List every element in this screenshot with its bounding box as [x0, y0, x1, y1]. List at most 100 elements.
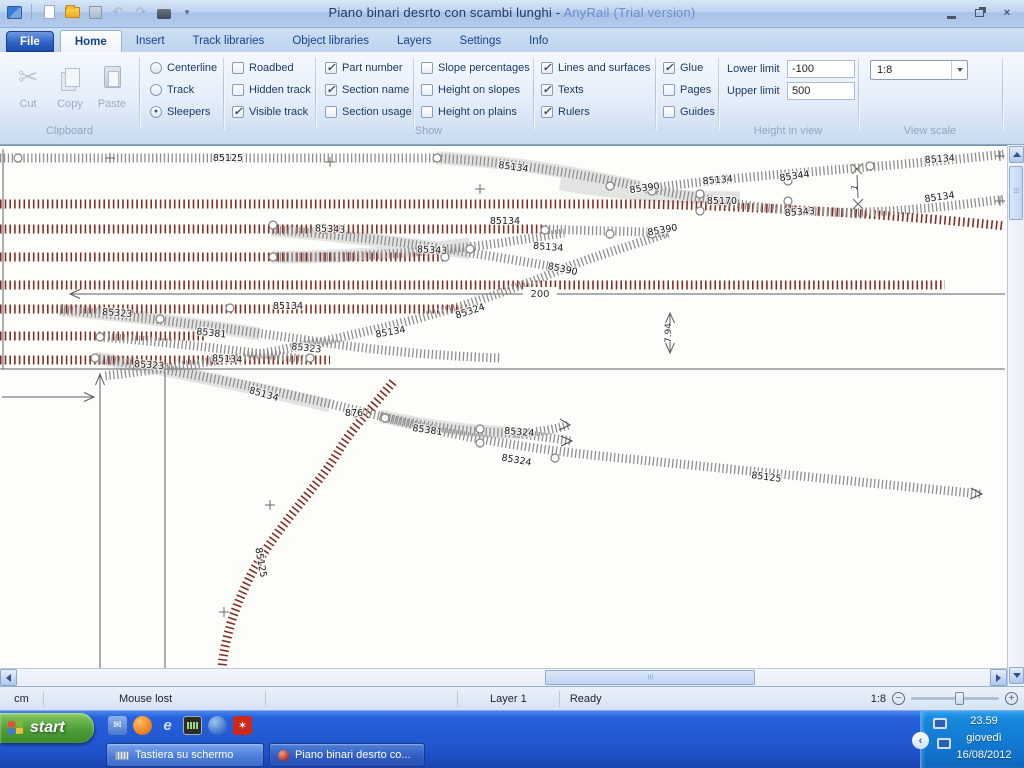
scroll-left-icon[interactable]	[0, 669, 17, 686]
column-divider	[533, 58, 534, 130]
part-number-label: 85324	[501, 452, 533, 468]
windows-flag-icon	[8, 720, 24, 735]
network-monitor-icon[interactable]	[933, 718, 947, 729]
lower-limit-input[interactable]	[787, 60, 855, 78]
column-divider	[315, 58, 316, 130]
checkbox-part-number[interactable]: ✓Part number	[325, 60, 403, 75]
status-unit: cm	[0, 691, 44, 707]
zoom-in-icon[interactable]: +	[1005, 692, 1018, 705]
scroll-down-icon[interactable]	[1009, 667, 1024, 684]
tab-file[interactable]: File	[6, 31, 54, 52]
start-button[interactable]: start	[0, 713, 94, 743]
horizontal-scroll-thumb[interactable]	[545, 670, 755, 685]
checkbox-hidden-track[interactable]: Hidden track	[232, 82, 311, 97]
part-number-label: 85343	[784, 206, 815, 219]
track-plan-canvas[interactable]: 8512585134853908513485344851348517085343…	[0, 145, 1007, 668]
tab-info[interactable]: Info	[515, 30, 562, 52]
radio-track[interactable]: Track	[150, 82, 194, 97]
clock-date: 16/08/2012	[948, 749, 1020, 761]
anyrail-task-icon	[278, 750, 289, 761]
upper-limit-input[interactable]	[787, 82, 855, 100]
clock-time: 23.59	[948, 715, 1020, 727]
zoom-slider-thumb[interactable]	[955, 692, 964, 705]
part-number-label: 85125	[213, 153, 243, 164]
status-layer: Layer 1	[458, 691, 560, 707]
view-scale-dropdown[interactable]: 1:8	[870, 60, 968, 80]
group-clipboard: ✂ Cut Copy Paste Clipboard	[0, 52, 139, 140]
part-number-label: 85134	[273, 301, 303, 312]
part-number-label: 85344	[779, 169, 810, 184]
lower-limit-label: Lower limit	[727, 63, 787, 75]
tab-settings[interactable]: Settings	[446, 30, 516, 52]
zoom-slider[interactable]	[911, 697, 999, 700]
checkbox-guides[interactable]: Guides	[663, 104, 715, 119]
ruler-200-label: 200	[530, 289, 549, 300]
tab-home[interactable]: Home	[60, 30, 122, 52]
zoom-level: 1:8	[871, 693, 886, 705]
tab-track-libraries[interactable]: Track libraries	[179, 30, 279, 52]
paste-button[interactable]: Paste	[91, 60, 133, 110]
part-number-label: 85343	[315, 223, 346, 236]
taskbar-button-anyrail[interactable]: Piano binari desrto co...	[269, 743, 425, 767]
checkbox-height-on-slopes[interactable]: Height on slopes	[421, 82, 520, 97]
horizontal-scrollbar[interactable]	[0, 668, 1007, 686]
onscreen-keyboard-icon[interactable]	[183, 716, 202, 735]
media-player-icon[interactable]	[208, 716, 227, 735]
scissors-icon: ✂	[18, 63, 38, 92]
radio-sleepers[interactable]: ●Sleepers	[150, 104, 210, 119]
anyrail-launcher-icon[interactable]: ✶	[233, 716, 252, 735]
vertical-scroll-thumb[interactable]	[1009, 166, 1023, 220]
checkbox-section-usage[interactable]: Section usage	[325, 104, 412, 119]
paste-icon	[104, 66, 121, 88]
tab-layers[interactable]: Layers	[383, 30, 446, 52]
dimension-794-label: 7.94	[664, 323, 674, 343]
cut-button[interactable]: ✂ Cut	[7, 60, 49, 110]
part-number-label: 85390	[547, 261, 579, 278]
checkbox-slope-percentages[interactable]: Slope percentages	[421, 60, 530, 75]
column-divider	[413, 58, 414, 130]
close-button[interactable]: ×	[998, 5, 1016, 21]
tab-insert[interactable]: Insert	[122, 30, 179, 52]
zoom-out-icon[interactable]: −	[892, 692, 905, 705]
vertical-scrollbar[interactable]	[1007, 145, 1024, 686]
restore-button[interactable]	[970, 5, 988, 21]
status-empty	[266, 691, 458, 707]
checkbox-height-on-plains[interactable]: Height on plains	[421, 104, 517, 119]
checkbox-texts[interactable]: ✓Texts	[541, 82, 584, 97]
track-plan-svg: 8512585134853908513485344851348517085343…	[0, 146, 1007, 668]
mail-icon[interactable]: ✉	[108, 716, 127, 735]
checkbox-pages[interactable]: Pages	[663, 82, 711, 97]
checkbox-section-name[interactable]: ✓Section name	[325, 82, 409, 97]
part-number-label: 85323	[291, 341, 322, 355]
minimize-button[interactable]	[942, 5, 960, 21]
tab-object-libraries[interactable]: Object libraries	[278, 30, 383, 52]
dimension-1-label: 1	[850, 184, 860, 191]
checkbox-roadbed[interactable]: Roadbed	[232, 60, 294, 75]
checkbox-lines-and-surfaces[interactable]: ✓Lines and surfaces	[541, 60, 650, 75]
scroll-right-icon[interactable]	[990, 669, 1007, 686]
checkbox-visible-track[interactable]: ✓Visible track	[232, 104, 308, 119]
checkbox-rulers[interactable]: ✓Rulers	[541, 104, 590, 119]
scroll-up-icon[interactable]	[1009, 146, 1024, 163]
part-number-label: 85170	[707, 196, 737, 207]
radio-centerline[interactable]: Centerline	[150, 60, 217, 75]
part-number-label: 85324	[454, 302, 486, 322]
copy-button[interactable]: Copy	[49, 60, 91, 110]
status-flex	[680, 691, 871, 707]
group-label-clipboard: Clipboard	[0, 125, 139, 137]
ribbon: ✂ Cut Copy Paste Clipboard Centerline Tr…	[0, 52, 1024, 145]
anyrail-window: ↶ ↷ ▾ Piano binari desrto con scambi lun…	[0, 0, 1024, 768]
checkbox-glue[interactable]: ✓Glue	[663, 60, 703, 75]
dropdown-arrow-icon[interactable]	[951, 61, 967, 79]
part-number-label: 85323	[102, 307, 133, 320]
keyboard-icon	[115, 751, 129, 760]
upper-limit-label: Upper limit	[727, 85, 787, 97]
tray-chevron-icon[interactable]: ‹	[912, 732, 929, 749]
status-bar: cm Mouse lost Layer 1 Ready 1:8 − +	[0, 686, 1024, 710]
ribbon-tab-row: File Home Insert Track libraries Object …	[0, 28, 1024, 52]
group-label-show: Show	[139, 125, 718, 137]
taskbar-button-keyboard[interactable]: Tastiera su schermo	[106, 743, 264, 767]
internet-explorer-icon[interactable]: e	[158, 716, 177, 735]
firefox-icon[interactable]	[133, 716, 152, 735]
joint-circles	[14, 154, 874, 462]
